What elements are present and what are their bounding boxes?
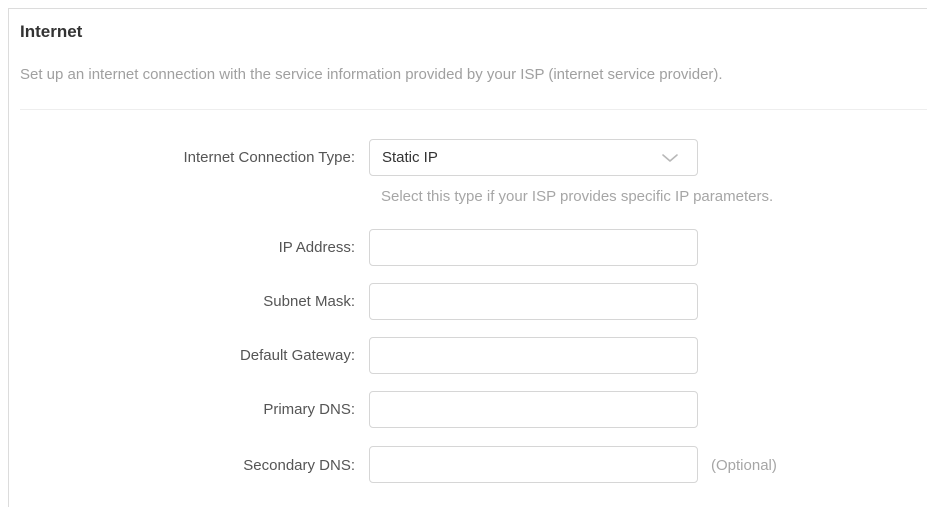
section-title: Internet [20, 22, 83, 41]
subnet-mask-input[interactable] [369, 283, 698, 320]
secondary-dns-input[interactable] [369, 446, 698, 483]
optional-note: (Optional) [711, 457, 777, 474]
default-gateway-label: Default Gateway: [239, 347, 355, 364]
subnet-mask-label: Subnet Mask: [263, 293, 355, 310]
primary-dns-input[interactable] [369, 391, 698, 428]
connection-type-hint: Select this type if your ISP provides sp… [381, 188, 774, 205]
primary-dns-label: Primary DNS: [263, 401, 355, 418]
connection-type-label: Internet Connection Type: [183, 149, 355, 166]
secondary-dns-label: Secondary DNS: [243, 457, 355, 474]
section-description: Set up an internet connection with the s… [20, 66, 723, 83]
ip-address-input[interactable] [369, 229, 698, 266]
chevron-down-icon [662, 154, 678, 162]
ip-address-label: IP Address: [278, 239, 355, 256]
connection-type-select[interactable]: Static IP [369, 139, 698, 176]
default-gateway-input[interactable] [369, 337, 698, 374]
divider [20, 109, 927, 110]
connection-type-value: Static IP [382, 149, 438, 166]
